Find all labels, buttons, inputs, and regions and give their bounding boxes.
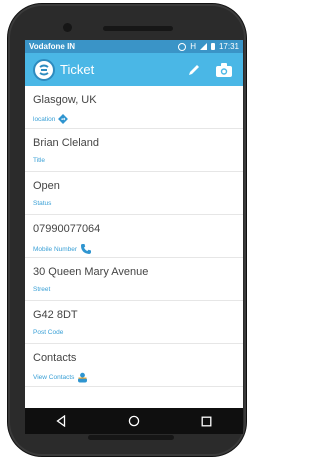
recents-button[interactable] xyxy=(194,411,220,431)
back-icon xyxy=(56,415,66,427)
page-title: Ticket xyxy=(60,62,95,77)
recents-icon xyxy=(201,416,212,426)
status-indicators: H 17:31 xyxy=(178,42,239,51)
field-value: G42 8DT xyxy=(33,309,78,321)
phone-chin xyxy=(88,435,174,440)
field-value: Glasgow, UK xyxy=(33,94,97,106)
list-item-contacts[interactable]: Contacts View Contacts xyxy=(25,344,243,387)
field-label: Status xyxy=(33,200,52,207)
field-value: 07990077064 xyxy=(33,223,101,235)
view-contacts-link[interactable]: View Contacts xyxy=(33,374,74,381)
carrier-name: Vodafone IN xyxy=(29,42,76,51)
field-label-row: Title xyxy=(33,157,235,164)
home-icon xyxy=(128,415,140,427)
list-item-mobile-number[interactable]: 07990077064 Mobile Number xyxy=(25,215,243,258)
field-value: Brian Cleland xyxy=(33,137,100,149)
list-item-title[interactable]: Brian Cleland Title xyxy=(25,129,243,172)
field-value: 30 Queen Mary Avenue xyxy=(33,266,149,278)
list-item-status[interactable]: Open Status xyxy=(25,172,243,215)
phone-icon[interactable] xyxy=(80,243,92,255)
camera-icon xyxy=(216,62,232,77)
field-label: Post Code xyxy=(33,329,64,336)
field-label-row: Street xyxy=(33,286,235,293)
earpiece xyxy=(103,26,173,31)
field-value: Open xyxy=(33,180,60,192)
directions-icon[interactable] xyxy=(58,114,69,124)
ticket-details-list: Glasgow, UK location Brian Cleland Title… xyxy=(25,86,243,387)
app-logo-icon[interactable] xyxy=(33,58,55,81)
field-label: Street xyxy=(33,286,51,293)
signal-icon xyxy=(199,43,207,50)
phone-screen: Vodafone IN H 17:31 Ticket Glasgow, UK l… xyxy=(25,40,243,434)
network-type: H xyxy=(190,42,196,51)
field-label-row: Mobile Number xyxy=(33,243,235,255)
back-button[interactable] xyxy=(48,411,74,431)
edit-button[interactable] xyxy=(183,59,205,81)
home-button[interactable] xyxy=(121,411,147,431)
field-label: location xyxy=(33,115,56,123)
app-bar: Ticket xyxy=(25,53,243,86)
field-label: Title xyxy=(33,157,46,164)
pencil-icon xyxy=(189,64,199,75)
front-camera xyxy=(63,23,72,32)
camera-button[interactable] xyxy=(213,59,235,81)
list-item-post-code[interactable]: G42 8DT Post Code xyxy=(25,301,243,344)
field-value: Contacts xyxy=(33,352,77,364)
field-label: Mobile Number xyxy=(33,245,78,253)
field-label-row: Status xyxy=(33,200,235,207)
field-label-row: Post Code xyxy=(33,329,235,336)
status-time: 17:31 xyxy=(218,42,239,51)
status-bar: Vodafone IN H 17:31 xyxy=(25,40,243,53)
alarm-icon xyxy=(178,42,187,51)
person-icon[interactable] xyxy=(77,372,88,383)
system-nav-bar xyxy=(25,408,243,434)
list-item-street[interactable]: 30 Queen Mary Avenue Street xyxy=(25,258,243,301)
field-label-row: location xyxy=(33,114,235,124)
battery-icon xyxy=(210,43,215,50)
list-item-location[interactable]: Glasgow, UK location xyxy=(25,86,243,129)
field-label-row: View Contacts xyxy=(33,372,235,383)
